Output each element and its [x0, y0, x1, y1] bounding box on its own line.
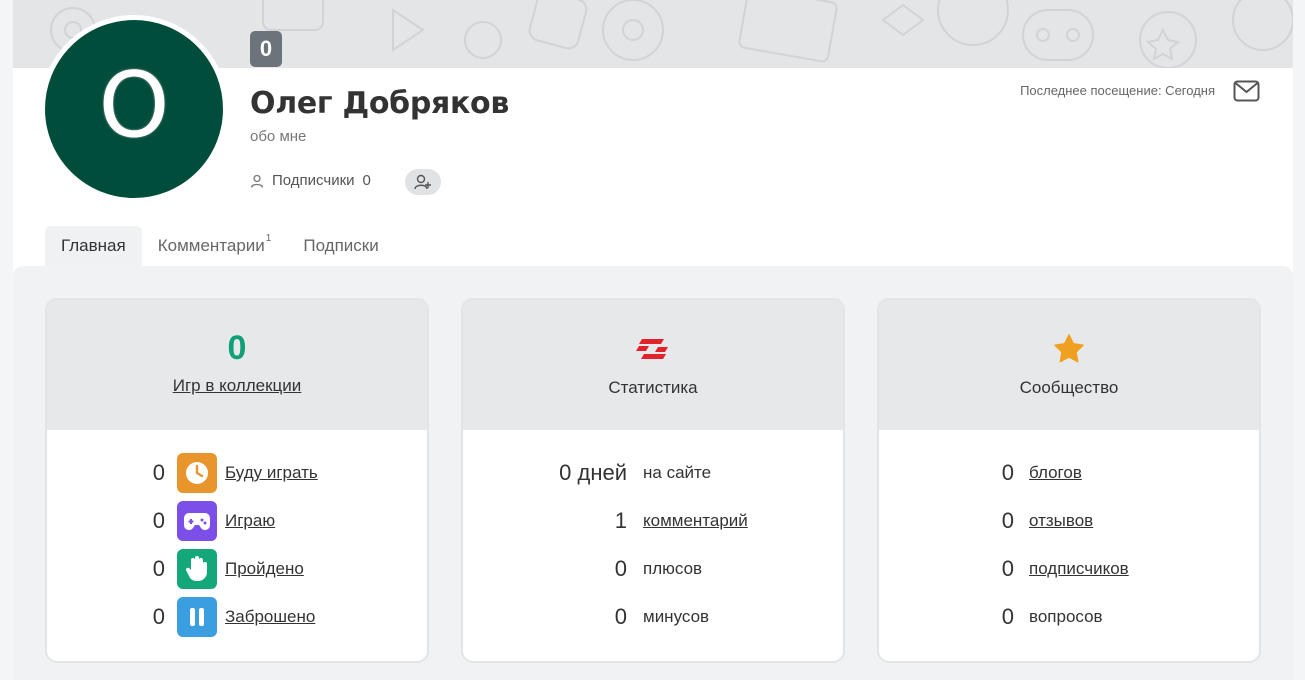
playing-link[interactable]: Играю: [225, 511, 275, 531]
stats-row-pluses: 0 плюсов: [463, 549, 702, 589]
days-count: 0 дней: [559, 460, 627, 485]
collection-header: 0 Игр в коллекции: [47, 300, 427, 430]
collection-row-dropped: 0 Заброшено: [47, 597, 315, 637]
level-badge: 0: [250, 31, 282, 67]
clock-icon[interactable]: [177, 453, 217, 493]
followers-label: Подписчики: [272, 172, 355, 189]
pluses-label: плюсов: [643, 559, 703, 578]
gamepad-icon[interactable]: [177, 501, 217, 541]
community-row-subscribers: 0 подписчиков: [879, 549, 1129, 589]
stats-row-comments: 1 комментарий: [463, 501, 748, 541]
comments-count: 1: [614, 508, 627, 533]
tab-subscriptions-label: Подписки: [303, 236, 379, 255]
subscribers-link[interactable]: подписчиков: [1029, 559, 1129, 579]
subscribers-count: 0: [1001, 556, 1014, 581]
about-text: обо мне: [250, 128, 307, 145]
tab-main[interactable]: Главная: [45, 226, 142, 266]
collection-row-completed: 0 Пройдено: [47, 549, 304, 589]
followers-info[interactable]: Подписчики 0: [250, 172, 371, 189]
community-row-blogs: 0 блогов: [879, 453, 1082, 493]
questions-count: 0: [1001, 604, 1014, 629]
community-box: Сообщество 0 блогов 0 отзывов 0 подписчи…: [877, 298, 1261, 663]
stats-title: Статистика: [608, 378, 698, 397]
playing-count: 0: [152, 508, 165, 533]
reviews-count: 0: [1001, 508, 1014, 533]
community-header: Сообщество: [879, 300, 1259, 430]
planned-link[interactable]: Буду играть: [225, 463, 318, 483]
pluses-count: 0: [614, 556, 627, 581]
tab-comments[interactable]: Комментарии 1: [142, 226, 288, 266]
followers-count: 0: [362, 172, 371, 189]
reviews-link[interactable]: отзывов: [1029, 511, 1093, 531]
star-icon: [1054, 334, 1084, 363]
completed-link[interactable]: Пройдено: [225, 559, 304, 579]
dropped-link[interactable]: Заброшено: [225, 607, 315, 627]
profile-tabs: Главная Комментарии 1 Подписки: [45, 226, 395, 266]
comments-link[interactable]: комментарий: [643, 511, 748, 531]
community-title: Сообщество: [1019, 378, 1119, 397]
stopgame-logo-icon: [636, 339, 668, 359]
minuses-count: 0: [614, 604, 627, 629]
avatar-letter: O: [98, 53, 170, 158]
questions-label: вопросов: [1029, 607, 1103, 626]
tab-subscriptions[interactable]: Подписки: [287, 226, 394, 266]
blogs-link[interactable]: блогов: [1029, 463, 1082, 483]
pause-icon[interactable]: [177, 597, 217, 637]
collection-box: 0 Игр в коллекции 0 Буду играть 0 Играю …: [45, 298, 429, 663]
days-label: на сайте: [643, 463, 712, 482]
follow-button[interactable]: [405, 169, 441, 195]
tab-comments-count: 1: [265, 232, 272, 244]
collection-row-planned: 0 Буду играть: [47, 453, 318, 493]
minuses-label: минусов: [643, 607, 710, 626]
tab-main-label: Главная: [61, 236, 126, 255]
community-row-questions: 0 вопросов: [879, 597, 1103, 637]
add-user-icon: [414, 174, 431, 190]
collection-row-playing: 0 Играю: [47, 501, 275, 541]
stats-row-days: 0 дней на сайте: [463, 453, 711, 493]
avatar[interactable]: O: [40, 15, 228, 203]
last-visit: Последнее посещение: Сегодня: [1020, 83, 1215, 98]
community-row-reviews: 0 отзывов: [879, 501, 1093, 541]
collection-link[interactable]: Игр в коллекции: [173, 376, 302, 396]
user-name: Олег Добряков: [250, 86, 510, 121]
dropped-count: 0: [152, 604, 165, 629]
stats-box: Статистика 0 дней на сайте 1 комментарий…: [461, 298, 845, 663]
mail-icon[interactable]: [1233, 80, 1260, 102]
blogs-count: 0: [1001, 460, 1014, 485]
completed-count: 0: [152, 556, 165, 581]
stats-row-minuses: 0 минусов: [463, 597, 709, 637]
person-icon: [250, 174, 264, 188]
planned-count: 0: [152, 460, 165, 485]
tab-comments-label: Комментарии: [157, 236, 265, 255]
hand-icon[interactable]: [177, 549, 217, 589]
stats-header: Статистика: [463, 300, 843, 430]
collection-total: 0: [227, 329, 247, 367]
